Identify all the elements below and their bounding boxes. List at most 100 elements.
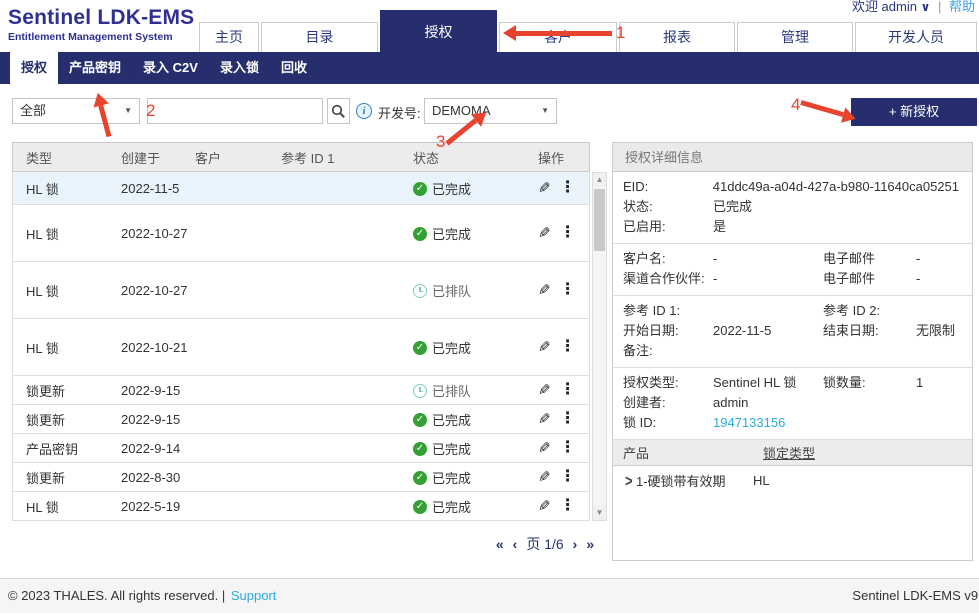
info-icon[interactable]: i (356, 103, 372, 119)
more-actions-icon[interactable]: ⋮ (560, 440, 576, 456)
more-actions-icon[interactable]: ⋮ (560, 498, 576, 514)
entitlement-details-panel: 授权详细信息 EID: 41ddc49a-a04d-427a-b980-1164… (612, 142, 973, 561)
table-row[interactable]: 产品密钥 2022-9-14 已完成 ✎ ⋮ (12, 434, 590, 463)
more-actions-icon[interactable]: ⋮ (560, 382, 576, 398)
tab-entitlements[interactable]: 授权 (380, 10, 497, 52)
cell-created: 2022-10-21 (121, 334, 195, 361)
cell-status: 已完成 (413, 338, 538, 357)
expand-chevron-icon[interactable]: > (613, 470, 636, 490)
edit-icon[interactable]: ✎ (538, 439, 551, 457)
user-area: 欢迎 admin ∨ | 帮助 (852, 0, 975, 15)
entitlements-table: 类型 创建于 客户 参考 ID 1 状态 操作 HL 锁 2022-11-5 已… (12, 142, 590, 521)
lock-id-link[interactable]: 1947133156 (713, 413, 823, 433)
next-page-button[interactable]: › (573, 536, 578, 552)
category-select[interactable]: 全部 ▼ (12, 98, 140, 124)
edit-icon[interactable]: ✎ (538, 468, 551, 486)
email-label: 电子邮件 (823, 249, 916, 269)
more-actions-icon[interactable]: ⋮ (560, 282, 576, 298)
panel-title: 授权详细信息 (613, 143, 972, 172)
edit-icon[interactable]: ✎ (538, 281, 551, 299)
table-row[interactable]: HL 锁 2022-10-21 已完成 ✎ ⋮ (12, 319, 590, 376)
table-row[interactable]: 锁更新 2022-9-15 已排队 ✎ ⋮ (12, 376, 590, 405)
chevron-down-icon: ▼ (124, 99, 132, 123)
edit-icon[interactable]: ✎ (538, 338, 551, 356)
cell-created: 2022-11-5 (121, 175, 195, 202)
scroll-down-icon[interactable]: ▼ (593, 506, 606, 520)
end-date-label: 结束日期: (823, 321, 916, 341)
email-value: - (916, 249, 972, 269)
search-input[interactable] (147, 98, 323, 124)
entitlement-type-value: Sentinel HL 锁 (713, 373, 823, 393)
prev-page-button[interactable]: ‹ (513, 536, 518, 552)
col-type: 类型 (13, 148, 121, 167)
support-link[interactable]: Support (231, 588, 277, 603)
table-row[interactable]: 锁更新 2022-8-30 已完成 ✎ ⋮ (12, 463, 590, 492)
scroll-up-icon[interactable]: ▲ (593, 173, 606, 187)
first-page-button[interactable]: « (496, 536, 504, 552)
more-actions-icon[interactable]: ⋮ (560, 225, 576, 241)
cell-actions: ✎ ⋮ (538, 497, 585, 515)
chevron-down-icon: ∨ (921, 0, 931, 14)
status-icon (413, 227, 427, 241)
status-icon (413, 500, 427, 514)
cell-status: 已完成 (413, 439, 538, 458)
col-lock-type[interactable]: 锁定类型 (763, 443, 815, 462)
table-row[interactable]: 锁更新 2022-9-15 已完成 ✎ ⋮ (12, 405, 590, 434)
eid-value: 41ddc49a-a04d-427a-b980-11640ca05251 (713, 177, 972, 197)
subnav-product-keys[interactable]: 产品密钥 (58, 52, 132, 84)
product-row[interactable]: > 1-硬锁带有效期 HL (613, 466, 972, 494)
cell-status: 已完成 (413, 224, 538, 243)
table-row[interactable]: HL 锁 2022-10-27 已完成 ✎ ⋮ (12, 205, 590, 262)
channel-partner-label: 渠道合作伙伴: (623, 269, 713, 289)
chevron-down-icon: ▼ (541, 99, 549, 123)
subnav-revoke[interactable]: 回收 (270, 52, 318, 84)
edit-icon[interactable]: ✎ (538, 497, 551, 515)
details-section-status: EID: 41ddc49a-a04d-427a-b980-11640ca0525… (613, 172, 972, 244)
product-name: 1-硬锁带有效期 (636, 471, 753, 490)
footer: © 2023 THALES. All rights reserved. | Su… (0, 578, 979, 613)
subnav-checkin-c2v[interactable]: 录入 C2V (132, 52, 209, 84)
edit-icon[interactable]: ✎ (538, 381, 551, 399)
tab-reports[interactable]: 报表 (619, 22, 735, 52)
tab-developers[interactable]: 开发人员 (855, 22, 977, 52)
help-link[interactable]: 帮助 (949, 0, 975, 14)
status-icon (413, 182, 427, 196)
table-row[interactable]: HL 锁 2022-10-27 已排队 ✎ ⋮ (12, 262, 590, 319)
eid-label: EID: (623, 177, 713, 197)
table-row[interactable]: HL 锁 2022-5-19 已完成 ✎ ⋮ (12, 492, 590, 521)
email-value: - (916, 269, 972, 289)
edit-icon[interactable]: ✎ (538, 410, 551, 428)
subnav-entitlements[interactable]: 授权 (10, 52, 58, 84)
products-header: 产品 锁定类型 (613, 440, 972, 466)
creator-value: admin (713, 393, 823, 413)
search-button[interactable] (327, 98, 350, 124)
subnav-checkin-key[interactable]: 录入锁 (209, 52, 270, 84)
user-menu[interactable]: 欢迎 admin ∨ (852, 0, 930, 14)
last-page-button[interactable]: » (586, 536, 594, 552)
tab-home[interactable]: 主页 (199, 22, 259, 52)
more-actions-icon[interactable]: ⋮ (560, 411, 576, 427)
cell-status: 已排队 (413, 381, 538, 400)
ref-id1-label: 参考 ID 1: (623, 301, 713, 321)
cell-created: 2022-9-15 (121, 406, 195, 433)
table-row[interactable]: HL 锁 2022-11-5 已完成 ✎ ⋮ (12, 172, 590, 205)
tab-administration[interactable]: 管理 (737, 22, 853, 52)
ref-id2-label: 参考 ID 2: (823, 301, 916, 321)
cell-type: HL 锁 (13, 224, 121, 243)
tab-catalog[interactable]: 目录 (261, 22, 378, 52)
remark-label: 备注: (623, 341, 713, 361)
scrollbar-thumb[interactable] (594, 189, 605, 251)
developer-select[interactable]: DEMOMA ▼ (424, 98, 557, 124)
edit-icon[interactable]: ✎ (538, 224, 551, 242)
more-actions-icon[interactable]: ⋮ (560, 339, 576, 355)
more-actions-icon[interactable]: ⋮ (560, 469, 576, 485)
new-entitlement-button[interactable]: + 新授权 (851, 98, 977, 126)
more-actions-icon[interactable]: ⋮ (560, 180, 576, 196)
tab-customers[interactable]: 客户 (499, 22, 617, 52)
version-label: Sentinel LDK-EMS v9.0 (852, 579, 979, 612)
enabled-label: 已启用: (623, 217, 713, 237)
table-scrollbar[interactable]: ▲ ▼ (592, 172, 607, 521)
edit-icon[interactable]: ✎ (538, 179, 551, 197)
customer-label: 客户名: (623, 249, 713, 269)
ref-id2-value (916, 301, 972, 321)
